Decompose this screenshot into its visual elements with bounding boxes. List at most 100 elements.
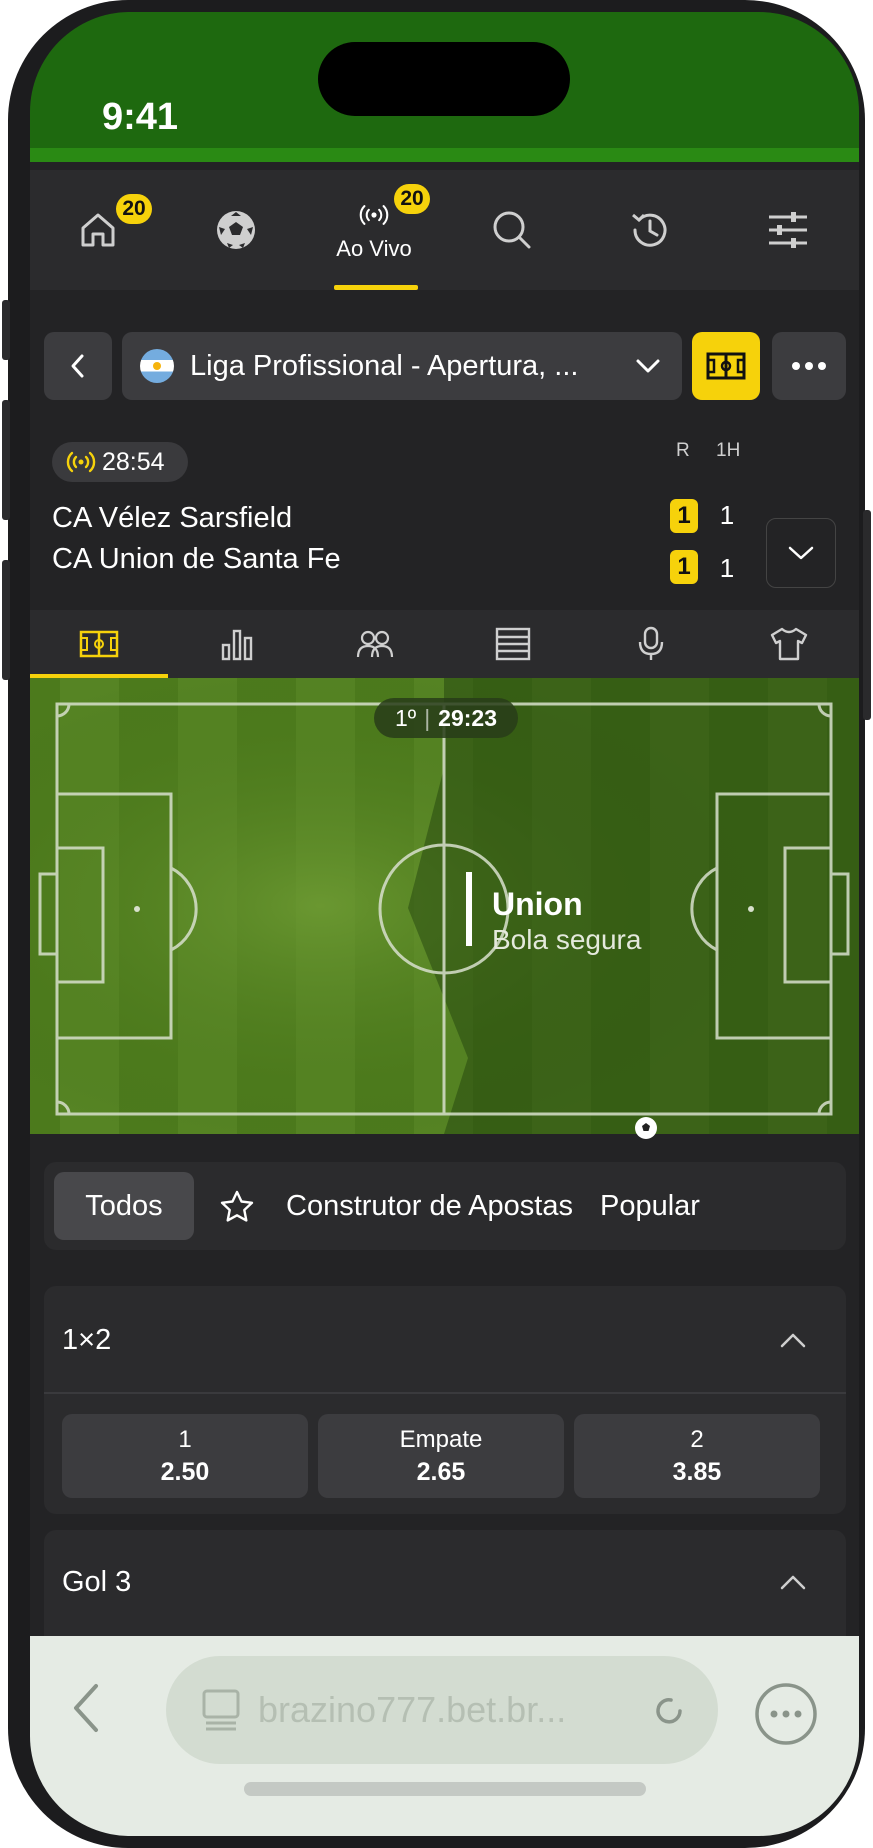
match-clock: 29:23 [438,704,497,731]
score-col-r: R [676,440,690,461]
side-button [2,300,10,360]
status-time: 9:41 [102,96,179,138]
field-icon [706,352,746,380]
phone-frame: 9:41 20 Ao Vivo 20 Liga Profissional - A… [2,0,871,1848]
home-icon [81,213,115,247]
shirt-icon [770,627,808,661]
live-badge: 20 [394,184,430,214]
odds-value: 2.50 [160,1457,210,1486]
tab-stats[interactable] [168,610,306,678]
market-filter-bar: Todos Construtor de Apostas Popular [44,1162,846,1250]
odds-value: 2.65 [416,1457,466,1486]
page-info-icon [202,1689,240,1731]
browser-menu-icon[interactable] [754,1682,818,1746]
address-bar[interactable]: brazino777.bet.br... [166,1656,718,1764]
home-score: 1 [670,499,698,533]
odds-label: 2 [690,1425,704,1453]
market-divider [44,1392,846,1394]
market-1x2: 1×2 1 2.50 Empate 2.65 2 3.85 [44,1286,846,1514]
chevron-up-icon[interactable] [778,1330,808,1350]
table-icon [495,627,531,661]
browser-toolbar: brazino777.bet.br... [30,1636,859,1836]
possession-event: Bola segura [492,924,642,955]
home-score-1h: 1 [719,500,735,530]
clock-divider: | [424,704,431,731]
chevron-left-icon [71,354,84,378]
chevron-down-icon [788,546,814,560]
tab-kits[interactable] [720,610,858,678]
back-button[interactable] [44,332,112,400]
star-icon [220,1190,254,1222]
nav-sports[interactable] [176,170,296,290]
odds-value: 3.85 [672,1457,722,1486]
chevron-down-icon [636,359,660,373]
league-bar: Liga Profissional - Apertura, ... [44,332,846,400]
nav-active-underline [334,285,418,290]
chevron-up-icon[interactable] [778,1572,808,1592]
odds-label: Empate [399,1425,483,1453]
home-badge: 20 [116,194,152,224]
market-title: Gol 3 [62,1566,132,1598]
filter-favorites[interactable] [212,1172,262,1240]
league-dropdown[interactable]: Liga Profissional - Apertura, ... [122,332,682,400]
history-icon [632,213,667,247]
filter-todos[interactable]: Todos [54,1172,194,1240]
search-icon [493,211,531,249]
dynamic-island [318,42,570,116]
status-bar: 9:41 [30,12,859,162]
odds-button-away[interactable]: 2 3.85 [574,1414,820,1498]
reload-icon[interactable] [650,1692,688,1730]
period-clock-pill: 1º | 29:23 [374,698,518,738]
filter-popular[interactable]: Popular [600,1172,700,1240]
volume-up-button [2,400,10,520]
tab-commentary[interactable] [582,610,720,678]
expand-scoreboard-button[interactable] [766,518,836,588]
screen: 9:41 20 Ao Vivo 20 Liga Profissional - A… [30,12,859,1836]
power-button [863,510,871,720]
stats-icon [221,629,253,661]
nav-home[interactable]: 20 [38,170,158,290]
live-signal-icon [359,205,389,225]
more-options-button[interactable] [772,332,846,400]
status-accent-line [30,148,859,162]
filter-bet-builder[interactable]: Construtor de Apostas [286,1172,573,1240]
nav-search[interactable] [452,170,572,290]
more-dots-icon [792,362,826,370]
pitch-tracker: 1º | 29:23 Union Bola segura [30,678,859,1139]
argentina-flag-icon [140,349,174,383]
score-col-1h: 1H [716,440,741,461]
possession-team: Union [492,886,583,922]
match-period: 1º [394,704,417,731]
nav-settings[interactable] [728,170,848,290]
volume-down-button [2,560,10,680]
tab-standings[interactable] [444,610,582,678]
away-score-1h: 1 [719,553,735,583]
market-title: 1×2 [62,1324,112,1356]
odds-label: 1 [178,1425,192,1453]
odds-button-draw[interactable]: Empate 2.65 [318,1414,564,1498]
sliders-icon [769,212,807,248]
url-text: brazino777.bet.br... [258,1689,567,1730]
home-indicator[interactable] [244,1782,646,1796]
league-name: Liga Profissional - Apertura, ... [190,349,579,382]
tab-lineups[interactable] [306,610,444,678]
nav-live-label: Ao Vivo [336,236,412,261]
live-time-pill: 28:54 [52,442,188,482]
browser-back-icon[interactable] [68,1680,104,1736]
soccer-ball-icon [217,211,255,249]
away-score: 1 [670,550,698,584]
match-tabs [30,610,859,678]
field-icon [79,630,119,658]
pitch-graphic [30,678,859,1134]
commentary-icon [638,626,664,660]
ball-icon [635,1117,657,1139]
nav-history[interactable] [590,170,710,290]
home-team-name: CA Vélez Sarsfield [52,502,293,534]
away-team-name: CA Union de Santa Fe [52,543,341,575]
live-time: 28:54 [102,447,165,476]
lineups-icon [356,630,394,658]
tab-field[interactable] [30,610,168,678]
nav-live[interactable]: Ao Vivo 20 [314,170,434,290]
odds-button-home[interactable]: 1 2.50 [62,1414,308,1498]
field-view-button[interactable] [692,332,760,400]
